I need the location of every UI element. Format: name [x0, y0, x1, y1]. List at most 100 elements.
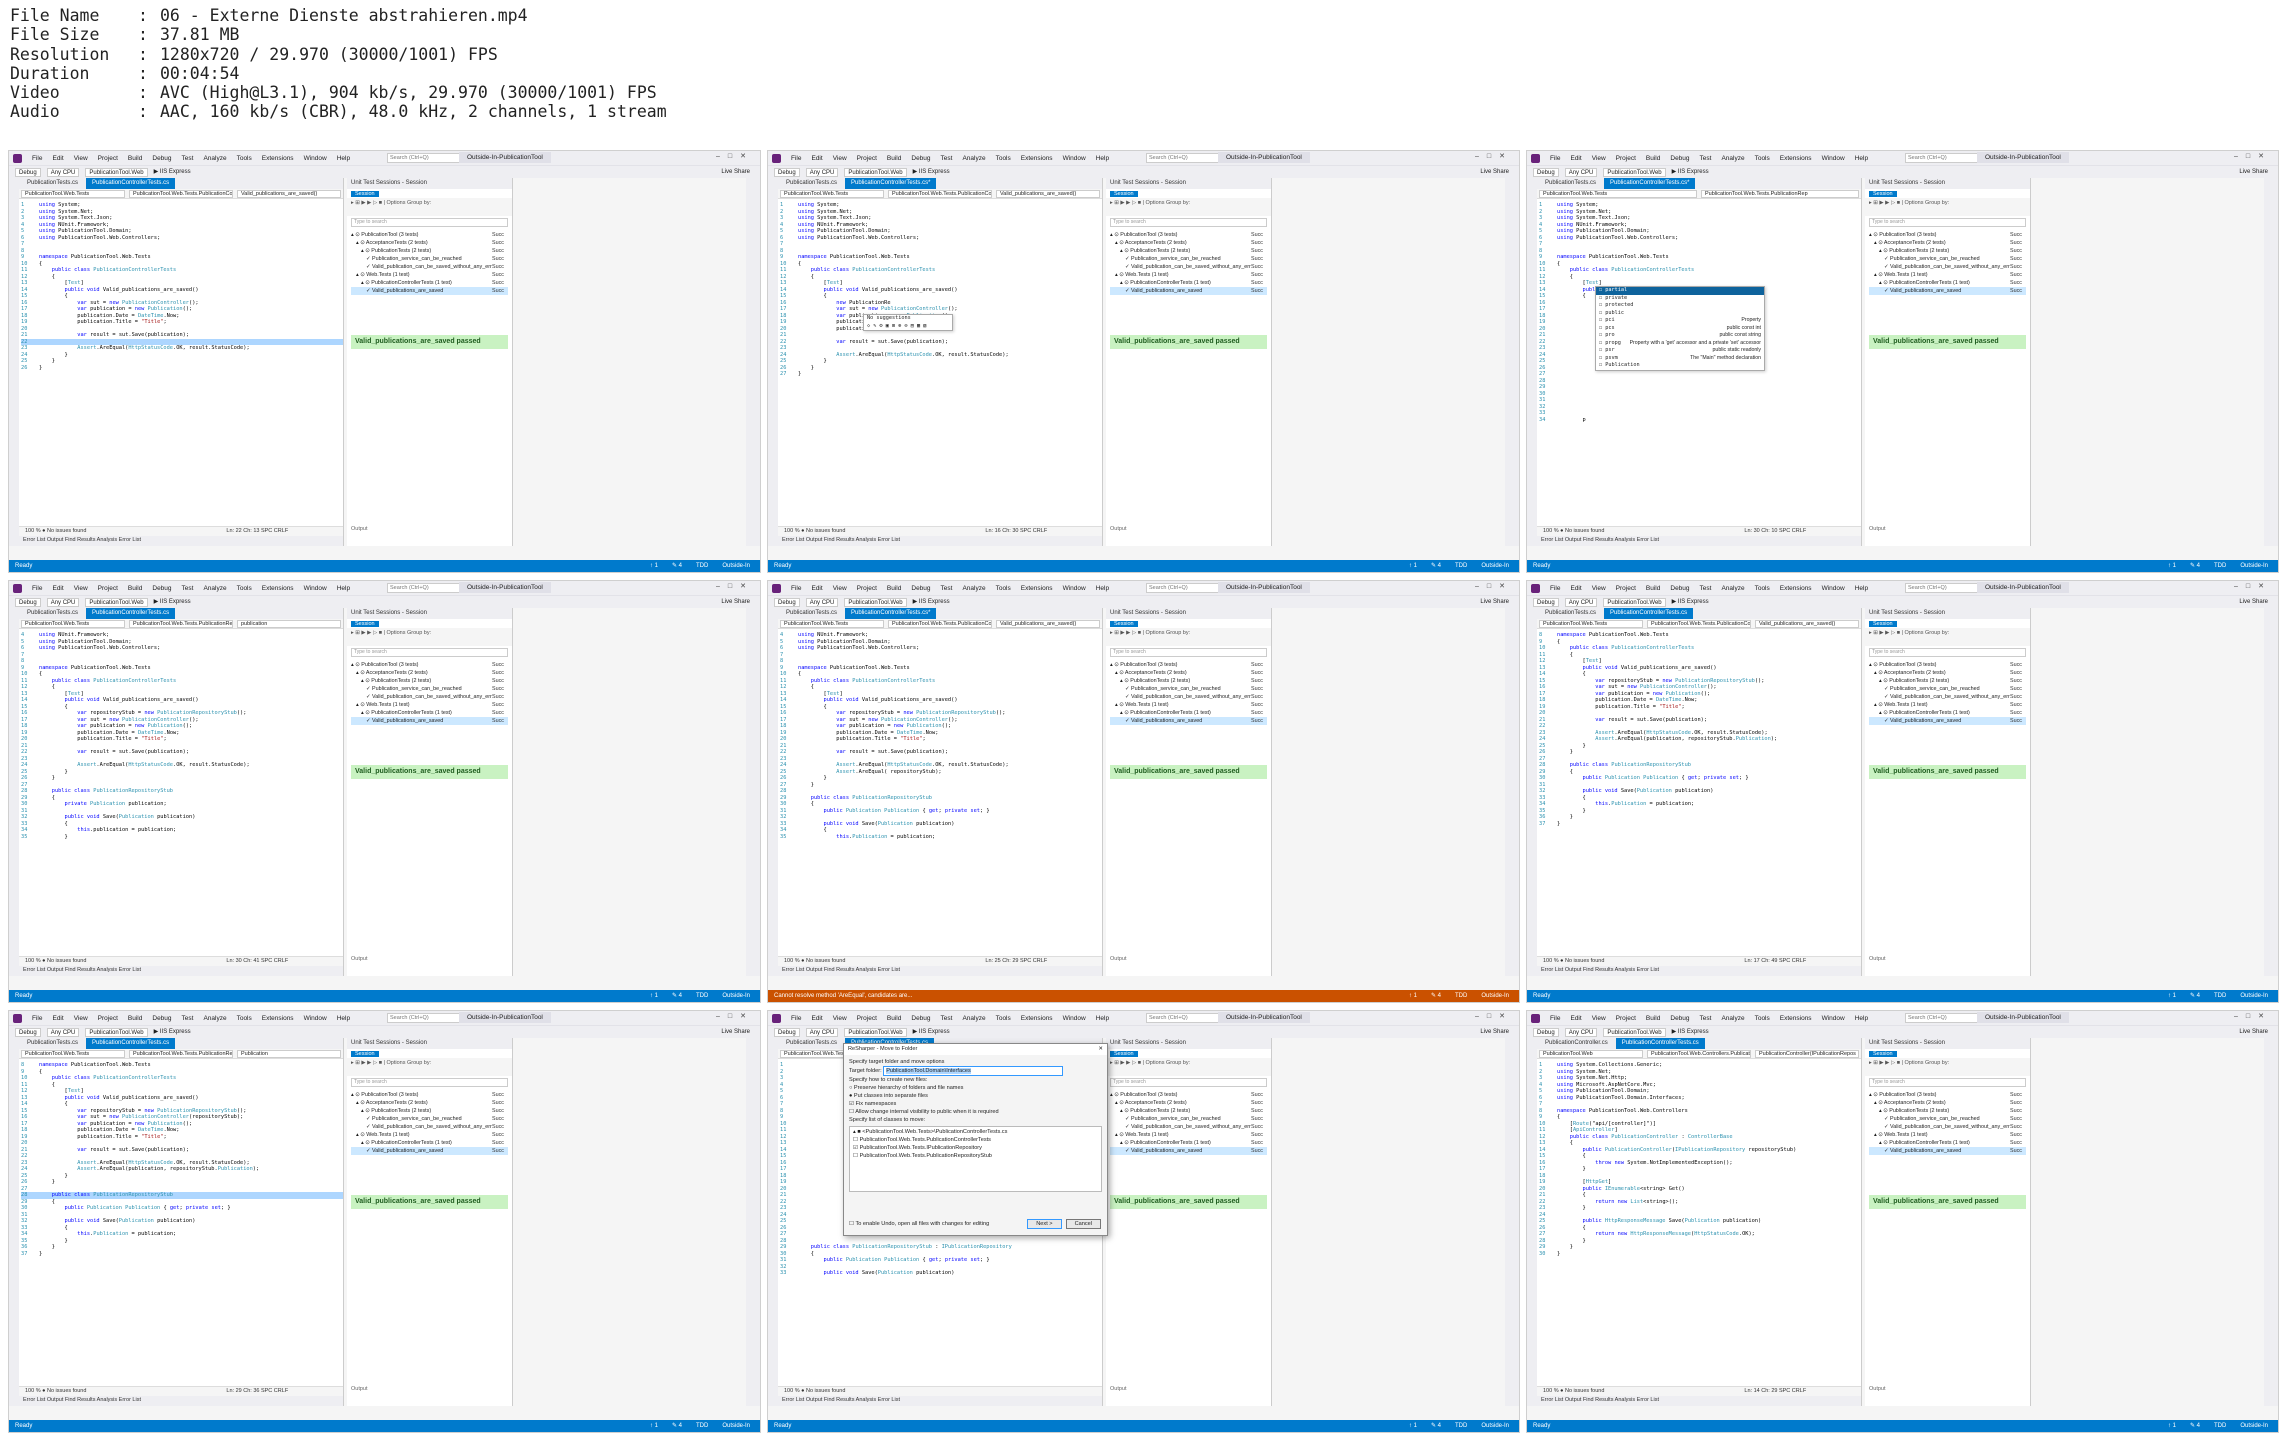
menu-item[interactable]: Edit	[1570, 584, 1581, 593]
menu-item[interactable]: Analyze	[1721, 154, 1744, 163]
test-node[interactable]: ✓ Valid_publications_are_saved Succ	[351, 717, 508, 725]
menu-item[interactable]: Tools	[237, 584, 252, 593]
test-node[interactable]: ✓ Valid_publications_are_saved Succ	[1110, 287, 1267, 295]
test-node[interactable]: ▴ ⊙ Web.Tests (1 test) Succ	[1110, 271, 1267, 279]
menu-item[interactable]: Window	[1822, 154, 1845, 163]
menu-item[interactable]: Build	[128, 1014, 142, 1023]
live-share-button[interactable]: Live Share	[2239, 168, 2268, 177]
editor-tab[interactable]: PublicationController.cs	[1539, 1038, 1614, 1049]
menu-item[interactable]: Project	[1616, 154, 1636, 163]
completion-item[interactable]: ☐ Publication	[1596, 362, 1764, 370]
session-toolbar[interactable]: ▸ ⊞ ▶ ▶ ▷ ■ | Options Group by:	[347, 198, 512, 216]
test-node[interactable]: ▴ ⊙ PublicationControllerTests (1 test) S…	[1869, 279, 2026, 287]
test-node[interactable]: ▴ ⊙ PublicationControllerTests (1 test) S…	[351, 1139, 508, 1147]
class-list-item[interactable]: ☐ PublicationTool.Web.Tests.PublicationR…	[853, 1152, 1098, 1160]
status-item[interactable]: Outside-In	[1481, 1420, 1509, 1432]
menu-item[interactable]: Debug	[911, 584, 930, 593]
menu-item[interactable]: File	[791, 584, 801, 593]
test-node[interactable]: ✓ Valid_publication_can_be_saved_without…	[1110, 693, 1267, 701]
menu-item[interactable]: Extensions	[262, 154, 294, 163]
menu-item[interactable]: Project	[857, 154, 877, 163]
live-share-button[interactable]: Live Share	[1480, 598, 1509, 607]
next-button[interactable]: Next >	[1027, 1219, 1062, 1229]
window-controls[interactable]: –□✕	[716, 582, 754, 591]
config-select[interactable]: Debug	[1533, 597, 1559, 607]
live-share-button[interactable]: Live Share	[721, 168, 750, 177]
test-node[interactable]: ✓ Publication_service_can_be_reached Succ	[351, 1115, 508, 1123]
session-tab[interactable]: Session	[1110, 1051, 1138, 1057]
test-node[interactable]: ✓ Publication_service_can_be_reached Succ	[1110, 1115, 1267, 1123]
status-item[interactable]: Outside-In	[722, 560, 750, 572]
option-radio[interactable]: ● Put classes into separate files	[849, 1092, 1102, 1100]
nav-dropdown[interactable]: Valid_publications_are_saved()	[996, 620, 1100, 628]
status-item[interactable]: ✎ 4	[672, 1420, 682, 1432]
menu-item[interactable]: Test	[1700, 154, 1712, 163]
test-node[interactable]: ✓ Valid_publications_are_saved Succ	[1110, 717, 1267, 725]
live-share-button[interactable]: Live Share	[721, 598, 750, 607]
test-node[interactable]: ✓ Valid_publications_are_saved Succ	[1869, 717, 2026, 725]
test-node[interactable]: ✓ Publication_service_can_be_reached Succ	[1869, 255, 2026, 263]
editor-tab[interactable]: PublicationTests.cs	[21, 1038, 84, 1049]
completion-item[interactable]: ☐ pcs public const int	[1596, 325, 1764, 333]
test-node[interactable]: ▴ ⊙ PublicationTests (2 tests) Succ	[1869, 677, 2026, 685]
test-node[interactable]: ▴ ⊙ AcceptanceTests (2 tests) Succ	[351, 239, 508, 247]
test-node[interactable]: ▴ ⊙ PublicationTool (3 tests) Succ	[351, 1091, 508, 1099]
menu-item[interactable]: Extensions	[1021, 584, 1053, 593]
menu-item[interactable]: File	[32, 154, 42, 163]
test-node[interactable]: ✓ Publication_service_can_be_reached Succ	[351, 255, 508, 263]
nav-dropdown[interactable]: PublicationTool.Web.Tests	[21, 1050, 125, 1058]
test-node[interactable]: ▴ ⊙ AcceptanceTests (2 tests) Succ	[1110, 239, 1267, 247]
menu-item[interactable]: Analyze	[203, 584, 226, 593]
test-node[interactable]: ✓ Valid_publication_can_be_saved_without…	[351, 1123, 508, 1131]
menu-item[interactable]: Debug	[152, 154, 171, 163]
editor-tab[interactable]: PublicationTests.cs	[1539, 608, 1602, 619]
test-node[interactable]: ✓ Publication_service_can_be_reached Succ	[1869, 1115, 2026, 1123]
code-area[interactable]: 4 using NUnit.Framework; 5 using Publicatio…	[19, 630, 343, 954]
test-node[interactable]: ▴ ⊙ PublicationTests (2 tests) Succ	[1110, 1107, 1267, 1115]
run-button[interactable]: ▶ IIS Express	[1672, 168, 1709, 177]
window-controls[interactable]: –□✕	[2234, 582, 2272, 591]
menu-item[interactable]: Test	[182, 154, 194, 163]
menu-item[interactable]: Build	[1646, 1014, 1660, 1023]
nav-dropdown[interactable]: PublicationTool.Web.Tests.PublicationRep	[129, 620, 233, 628]
menu-item[interactable]: Edit	[1570, 1014, 1581, 1023]
menu-item[interactable]: Tools	[1755, 154, 1770, 163]
completion-item[interactable]: ☐ private	[1596, 295, 1764, 303]
run-button[interactable]: ▶ IIS Express	[913, 168, 950, 177]
config-select[interactable]: Debug	[15, 167, 41, 177]
menu-item[interactable]: Build	[887, 154, 901, 163]
menu-item[interactable]: Test	[941, 584, 953, 593]
test-node[interactable]: ✓ Valid_publication_can_be_saved_without…	[351, 693, 508, 701]
option-radio[interactable]: ○ Preserve hierarchy of folders and file…	[849, 1084, 1102, 1092]
code-area[interactable]: 8 namespace PublicationTool.Web.Tests 9{10…	[19, 1060, 343, 1384]
nav-dropdown[interactable]: PublicationTool.Web.Tests	[780, 620, 884, 628]
option-checkbox[interactable]: ☑ Fix namespaces	[849, 1100, 1102, 1108]
tool-window-tabs[interactable]: Error List Output Find Results Analysis …	[1537, 1396, 1861, 1406]
platform-select[interactable]: Any CPU	[46, 167, 80, 177]
menu-item[interactable]: Test	[941, 154, 953, 163]
completion-item[interactable]: ☐ public	[1596, 310, 1764, 318]
test-node[interactable]: ▴ ⊙ PublicationTests (2 tests) Succ	[1110, 677, 1267, 685]
tool-window-tabs[interactable]: Error List Output Find Results Analysis …	[1537, 966, 1861, 976]
test-node[interactable]: ✓ Valid_publication_can_be_saved_without…	[351, 263, 508, 271]
session-toolbar[interactable]: ▸ ⊞ ▶ ▶ ▷ ■ | Options Group by:	[347, 628, 512, 646]
menu-item[interactable]: View	[74, 154, 88, 163]
menu-item[interactable]: Build	[887, 1014, 901, 1023]
menu-item[interactable]: Analyze	[1721, 1014, 1744, 1023]
code-area[interactable]: 8 namespace PublicationTool.Web.Tests 9{10…	[1537, 630, 1861, 954]
menu-item[interactable]: Debug	[1670, 1014, 1689, 1023]
test-node[interactable]: ✓ Valid_publications_are_saved Succ	[1110, 1147, 1267, 1155]
completion-item[interactable]: ☐ psr public static readonly	[1596, 347, 1764, 355]
test-node[interactable]: ✓ Valid_publication_can_be_saved_without…	[1869, 1123, 2026, 1131]
menu-item[interactable]: Project	[98, 584, 118, 593]
editor-tab[interactable]: PublicationControllerTests.cs	[86, 178, 176, 189]
menu-item[interactable]: Project	[98, 154, 118, 163]
status-item[interactable]: ↑ 1	[650, 1420, 658, 1432]
completion-item[interactable]: ☐ propg Property with a 'get' accessor an…	[1596, 340, 1764, 348]
status-item[interactable]: TDD	[1455, 990, 1467, 1002]
status-item[interactable]: TDD	[1455, 1420, 1467, 1432]
test-node[interactable]: ▴ ⊙ PublicationTests (2 tests) Succ	[351, 677, 508, 685]
undo-checkbox[interactable]: ☐ To enable Undo, open all files with ch…	[849, 1220, 989, 1228]
menu-item[interactable]: Help	[337, 1014, 350, 1023]
editor-tab[interactable]: PublicationTests.cs	[780, 1038, 843, 1049]
